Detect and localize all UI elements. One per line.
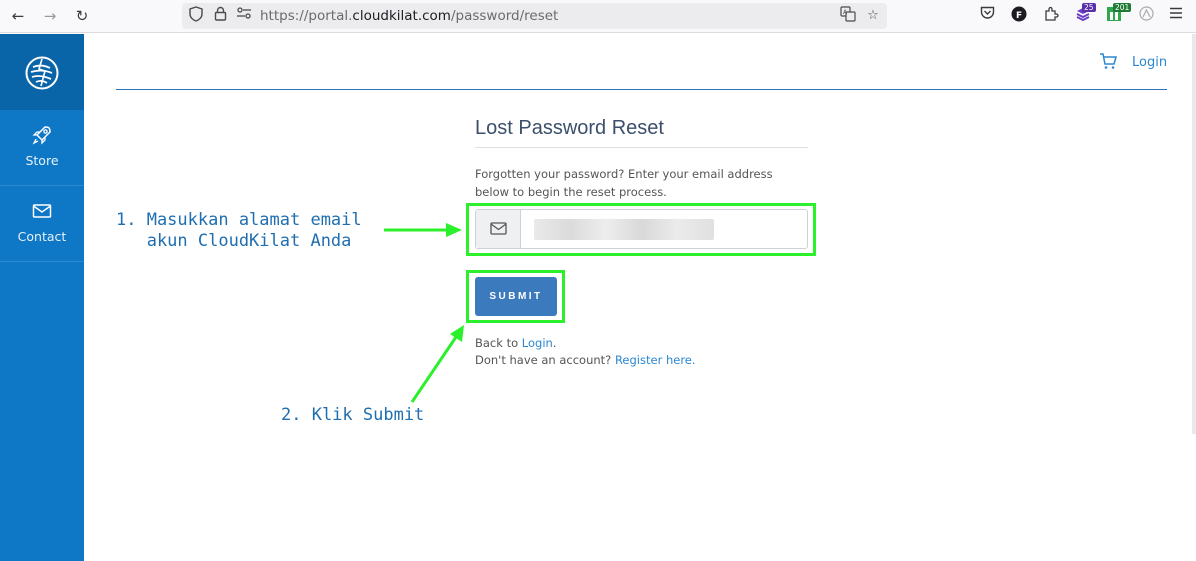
register-link[interactable]: Register here bbox=[615, 353, 692, 367]
sidebar-item-label: Store bbox=[25, 153, 59, 168]
arrow-head-email bbox=[446, 223, 462, 237]
cloudkilat-logo-icon bbox=[25, 56, 59, 90]
browser-toolbar: ← → ↻ https://portal.cloudkilat.com/pass… bbox=[0, 0, 1196, 33]
arrow-to-submit bbox=[410, 336, 458, 403]
sidebar: Store Contact bbox=[0, 34, 84, 561]
back-suffix: . bbox=[552, 336, 557, 350]
back-to-login-line: Back to Login. bbox=[475, 335, 556, 352]
register-line: Don't have an account? Register here. bbox=[475, 352, 696, 369]
envelope-icon bbox=[32, 204, 52, 218]
url-domain: cloudkilat.com bbox=[352, 8, 451, 24]
header-login-link[interactable]: Login bbox=[1132, 55, 1167, 71]
pocket-icon[interactable] bbox=[977, 6, 997, 26]
rocket-icon bbox=[32, 126, 51, 145]
back-prefix: Back to bbox=[475, 336, 522, 350]
url-text[interactable]: https://portal.cloudkilat.com/password/r… bbox=[260, 7, 558, 25]
permissions-icon[interactable] bbox=[234, 6, 254, 26]
cart-icon[interactable] bbox=[1099, 52, 1117, 70]
register-prefix: Don't have an account? bbox=[475, 353, 615, 367]
url-path: /password/reset bbox=[450, 8, 559, 24]
header-divider bbox=[116, 89, 1167, 90]
annotation-step1-line2: akun CloudKilat Anda bbox=[116, 231, 352, 251]
back-arrow-icon[interactable]: ← bbox=[6, 5, 30, 27]
back-login-link[interactable]: Login bbox=[522, 336, 553, 350]
extension-purple-icon[interactable]: 25 bbox=[1073, 3, 1096, 26]
bookmark-star-icon[interactable]: ☆ bbox=[863, 6, 883, 26]
hamburger-menu-icon[interactable] bbox=[1166, 6, 1186, 26]
title-divider bbox=[475, 147, 808, 148]
annotation-step1-line1: 1. Masukkan alamat email bbox=[116, 210, 362, 230]
annotation-step2: 2. Klik Submit bbox=[281, 405, 425, 425]
extensions-puzzle-icon[interactable] bbox=[1041, 6, 1061, 26]
translate-icon[interactable]: A bbox=[838, 6, 858, 26]
forward-arrow-icon[interactable]: → bbox=[38, 5, 62, 27]
annotation-arrows bbox=[384, 223, 464, 403]
url-bar[interactable]: https://portal.cloudkilat.com/password/r… bbox=[182, 3, 887, 29]
sidebar-item-contact[interactable]: Contact bbox=[0, 186, 84, 262]
extension-gray-icon[interactable] bbox=[1136, 6, 1156, 26]
page-title: Lost Password Reset bbox=[475, 117, 664, 139]
lock-icon[interactable] bbox=[210, 6, 230, 26]
extension-green-icon[interactable]: 201 bbox=[1104, 3, 1132, 26]
sidebar-item-label: Contact bbox=[17, 229, 67, 244]
extension-badge-green: 201 bbox=[1113, 3, 1132, 12]
extension-badge-purple: 25 bbox=[1082, 3, 1096, 12]
svg-text:F: F bbox=[1016, 11, 1022, 21]
email-highlight-box bbox=[466, 203, 816, 256]
sidebar-item-store[interactable]: Store bbox=[0, 110, 84, 186]
reload-icon[interactable]: ↻ bbox=[70, 5, 94, 27]
url-prefix: https://portal. bbox=[260, 8, 353, 24]
page-scrollbar[interactable] bbox=[1192, 34, 1196, 434]
submit-highlight-box bbox=[466, 270, 565, 323]
logo[interactable] bbox=[0, 34, 84, 110]
shield-icon[interactable] bbox=[186, 6, 206, 26]
arrow-head-submit bbox=[450, 325, 464, 342]
register-suffix: . bbox=[691, 353, 696, 367]
account-avatar-icon[interactable]: F bbox=[1009, 6, 1029, 26]
intro-text: Forgotten your password? Enter your emai… bbox=[475, 167, 773, 199]
